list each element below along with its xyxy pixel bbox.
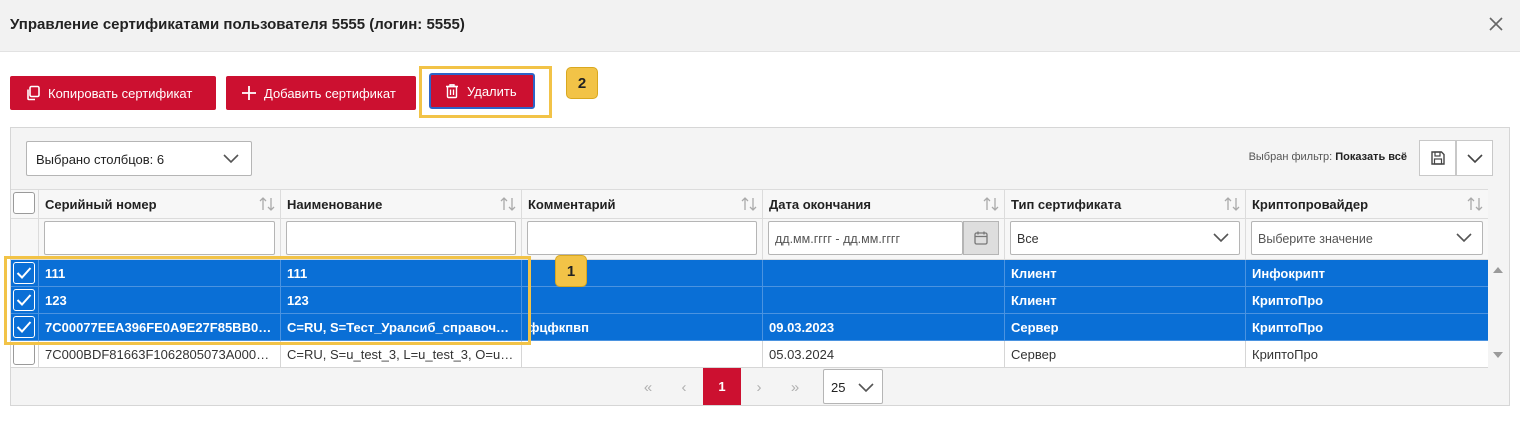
select-all-cell [11, 190, 39, 219]
filter-cell-name [281, 219, 522, 259]
calendar-button[interactable] [963, 221, 999, 255]
type-filter-select[interactable]: Все [1010, 221, 1240, 255]
pagination: « ‹ 1 › » 25 [11, 368, 1488, 405]
grid-scrollbar[interactable] [1489, 260, 1507, 368]
chevron-down-icon [1466, 154, 1483, 164]
filter-cell-date: дд.мм.гггг - дд.мм.гггг [763, 219, 1005, 259]
grid-header: Серийный номер Наименование Комментарий … [11, 189, 1488, 219]
copy-certificate-label: Копировать сертификат [48, 85, 193, 101]
sort-icon [1467, 197, 1483, 211]
cell-type: Сервер [1005, 314, 1246, 341]
save-filter-button[interactable] [1419, 140, 1456, 176]
filter-info: Выбран фильтр: Показать всё [1249, 151, 1407, 163]
columns-selector-label: Выбрано столбцов: 6 [36, 152, 165, 167]
filter-info-value: Показать всё [1335, 151, 1407, 163]
columns-selector[interactable]: Выбрано столбцов: 6 [26, 141, 252, 176]
cell-type: Сервер [1005, 341, 1246, 368]
page-1-button[interactable]: 1 [703, 368, 741, 405]
cell-date [763, 260, 1005, 287]
first-page-button[interactable]: « [631, 370, 665, 404]
copy-certificate-button[interactable]: Копировать сертификат [10, 76, 216, 110]
column-header-serial[interactable]: Серийный номер [39, 190, 281, 219]
chevron-down-icon [858, 383, 874, 393]
column-header-crypto[interactable]: Криптопровайдер [1246, 190, 1488, 219]
scroll-up-arrow[interactable] [1493, 267, 1503, 273]
sort-icon [983, 197, 999, 211]
filter-options-button[interactable] [1456, 140, 1493, 176]
chevron-down-icon [223, 154, 239, 164]
table-row[interactable]: 7C000BDF81663F1062805073A0000... C=RU, S… [11, 341, 1488, 368]
name-filter-input[interactable] [286, 221, 516, 255]
close-button[interactable] [1486, 14, 1506, 34]
cell-comment [522, 341, 763, 368]
cell-serial: 7C000BDF81663F1062805073A0000... [39, 341, 281, 368]
comment-filter-input[interactable] [527, 221, 757, 255]
filter-cell-comment [522, 219, 763, 259]
cell-comment: фцфкпвп [522, 314, 763, 341]
scroll-down-arrow[interactable] [1493, 352, 1503, 358]
sort-icon [259, 197, 275, 211]
page-size-select[interactable]: 25 [823, 369, 883, 404]
date-range-input[interactable]: дд.мм.гггг - дд.мм.гггг [768, 221, 963, 255]
add-certificate-button[interactable]: Добавить сертификат [226, 76, 416, 110]
column-header-comment[interactable]: Комментарий [522, 190, 763, 219]
filter-info-label: Выбран фильтр: [1248, 151, 1333, 163]
column-header-end-date[interactable]: Дата окончания [763, 190, 1005, 219]
plus-icon [242, 86, 256, 100]
prev-page-button[interactable]: ‹ [667, 370, 701, 404]
crypto-filter-placeholder: Выберите значение [1258, 232, 1373, 246]
filter-cell-serial [39, 219, 281, 259]
select-all-checkbox[interactable] [13, 192, 35, 214]
step-marker-2: 2 [566, 67, 598, 99]
selected-rows-highlight [4, 256, 531, 345]
cell-date [763, 287, 1005, 314]
column-header-type[interactable]: Тип сертификата [1005, 190, 1246, 219]
filter-row: дд.мм.гггг - дд.мм.гггг Все Выберите зна… [11, 219, 1488, 260]
column-header-name[interactable]: Наименование [281, 190, 522, 219]
dialog-title: Управление сертификатами пользователя 55… [10, 16, 465, 33]
filter-cell-crypto: Выберите значение [1246, 219, 1488, 259]
save-icon [1430, 151, 1445, 165]
chevron-down-icon [1456, 233, 1472, 243]
row-select-cell [11, 341, 39, 368]
cell-type: Клиент [1005, 287, 1246, 314]
cell-crypto: Инфокрипт [1252, 266, 1325, 281]
cell-comment [522, 287, 763, 314]
page-size-value: 25 [831, 380, 846, 395]
dialog-header: Управление сертификатами пользователя 55… [0, 0, 1520, 52]
cell-date: 09.03.2023 [763, 314, 1005, 341]
calendar-icon [974, 231, 988, 245]
column-header-label: Наименование [287, 197, 383, 212]
column-header-label: Комментарий [528, 197, 616, 212]
sort-icon [741, 197, 757, 211]
type-filter-value: Все [1017, 232, 1039, 246]
filter-cell-empty [11, 219, 39, 259]
row-checkbox[interactable] [13, 343, 35, 365]
column-header-label: Серийный номер [45, 197, 157, 212]
delete-button-highlight [419, 66, 552, 118]
cell-type: Клиент [1005, 260, 1246, 287]
crypto-filter-select[interactable]: Выберите значение [1251, 221, 1483, 255]
sort-icon [1224, 197, 1240, 211]
copy-icon [27, 85, 40, 101]
cell-crypto: КриптоПро [1252, 347, 1318, 362]
close-icon [1489, 17, 1503, 31]
cell-crypto: КриптоПро [1252, 320, 1324, 335]
serial-filter-input[interactable] [44, 221, 275, 255]
step-marker-1: 1 [555, 255, 587, 287]
last-page-button[interactable]: » [778, 370, 812, 404]
chevron-down-icon [1213, 233, 1229, 243]
column-header-label: Тип сертификата [1011, 197, 1122, 212]
sort-icon [500, 197, 516, 211]
column-header-label: Дата окончания [769, 197, 871, 212]
cell-date: 05.03.2024 [763, 341, 1005, 368]
cell-name: C=RU, S=u_test_3, L=u_test_3, O=u_... [281, 341, 522, 368]
add-certificate-label: Добавить сертификат [264, 85, 396, 101]
filter-cell-type: Все [1005, 219, 1246, 259]
column-header-label: Криптопровайдер [1252, 197, 1369, 212]
next-page-button[interactable]: › [742, 370, 776, 404]
cell-crypto: КриптоПро [1252, 293, 1324, 308]
